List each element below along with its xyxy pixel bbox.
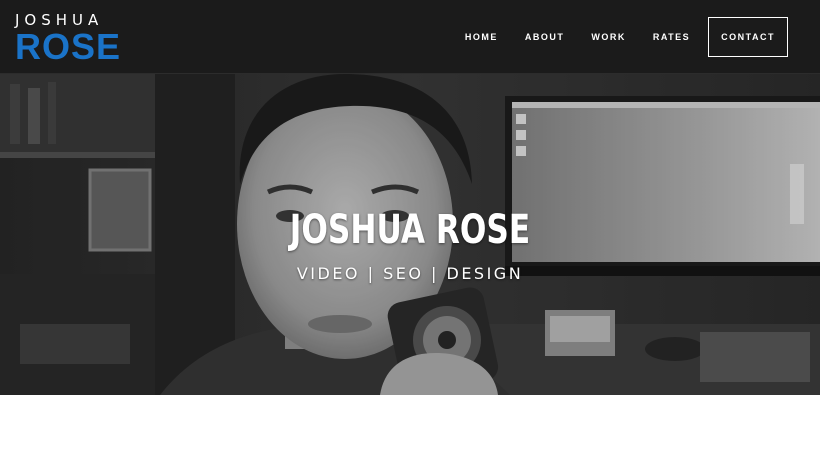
hero-title: JOSHUA ROSE — [289, 207, 531, 253]
nav-home[interactable]: HOME — [465, 17, 498, 57]
main-nav: HOME ABOUT WORK RATES CONTACT — [438, 17, 788, 57]
nav-rates[interactable]: RATES — [653, 17, 690, 57]
logo-last-name: ROSE — [15, 26, 122, 67]
top-navbar: JOSHUA ROSE HOME ABOUT WORK RATES CONTAC… — [0, 0, 820, 74]
hero-subtitle: VIDEO | SEO | DESIGN — [296, 264, 524, 283]
site-logo[interactable]: JOSHUA ROSE — [15, 12, 122, 67]
nav-about[interactable]: ABOUT — [525, 17, 565, 57]
hero-banner: JOSHUA ROSE VIDEO | SEO | DESIGN — [0, 74, 820, 395]
nav-contact-button[interactable]: CONTACT — [708, 17, 788, 57]
nav-work[interactable]: WORK — [591, 17, 626, 57]
